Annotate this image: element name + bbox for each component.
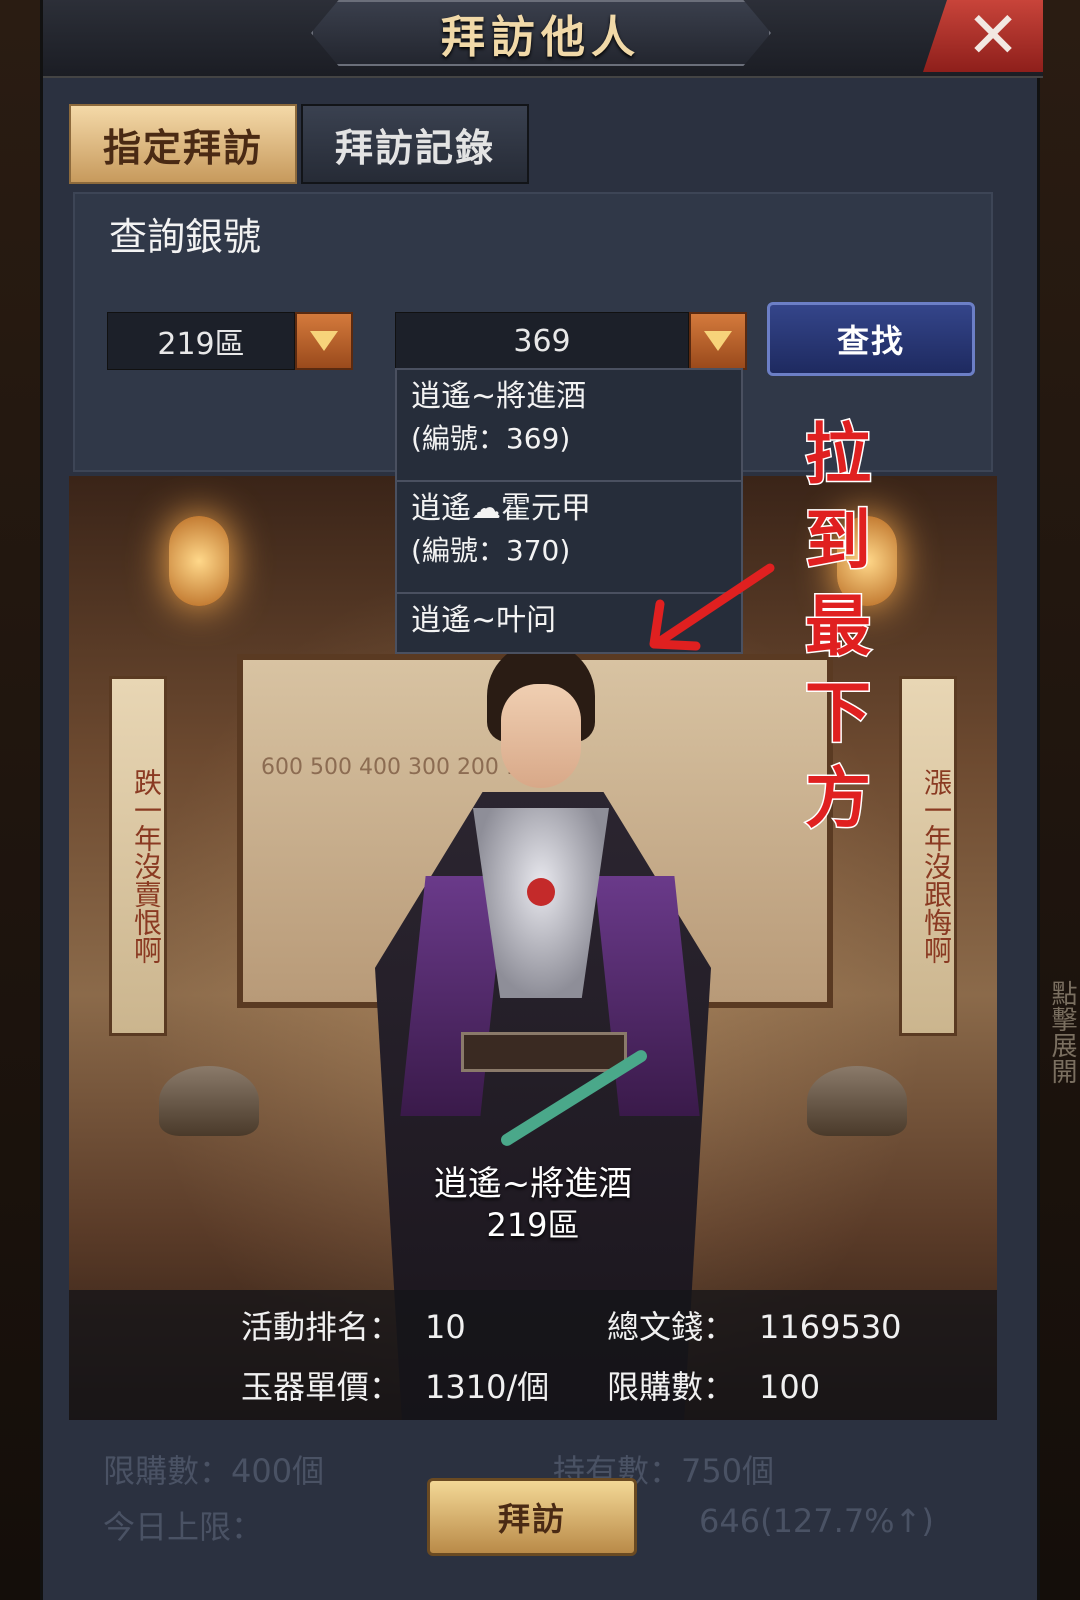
incense-burner-icon [807,1066,907,1136]
stat-rank: 活動排名： 10 [241,1302,466,1348]
stat-coins: 總文錢： 1169530 [607,1302,902,1348]
annotation-text: 拉到最下方 [804,415,873,839]
stat-limit-value: 100 [759,1368,821,1406]
close-icon: ✕ [966,0,1020,73]
list-item-name: 逍遙☁霍元甲 [411,491,591,526]
scroll-left: 跌一年沒賣恨啊 [109,676,167,1036]
character-zone: 219區 [486,1206,580,1244]
close-button[interactable]: ✕ [923,0,1043,72]
side-expand-hint[interactable]: 點擊展開 [1044,980,1078,1084]
tab-visit-records[interactable]: 拜訪記錄 [301,104,529,184]
character-gem [527,878,555,906]
stat-price-label: 玉器單價： [241,1368,402,1406]
page-title: 拜訪他人 [441,12,641,63]
find-button[interactable]: 查找 [767,302,975,376]
zone-dropdown-button[interactable] [295,312,353,370]
list-item-id: (編號：369) [411,422,571,455]
stat-limit: 限購數： 100 [607,1362,820,1408]
stat-price: 玉器單價： 1310/個 [241,1362,549,1408]
character-face [501,684,581,788]
lantern-icon [169,516,229,606]
list-item[interactable]: 逍遙~將進酒 (編號：369) [397,370,741,482]
stat-rank-label: 活動排名： [241,1308,402,1346]
background-right: 點擊展開 [1040,0,1080,1600]
annotation-arrow-icon [649,563,775,651]
title-bar: 拜訪他人 ✕ [43,0,1043,78]
background-left [0,0,40,1600]
visit-button[interactable]: 拜訪 [427,1478,637,1556]
stat-coins-label: 總文錢： [607,1308,736,1346]
stat-rank-value: 10 [425,1308,466,1346]
character-belt [461,1032,627,1072]
zone-select[interactable]: 219區 [107,312,295,370]
title-plate: 拜訪他人 [311,0,771,66]
incense-burner-icon [159,1066,259,1136]
chevron-down-icon [310,331,338,351]
visit-panel: 拜訪他人 ✕ 指定拜訪 拜訪記錄 查詢銀號 219區 369 查找 600 50… [40,0,1043,1600]
stat-coins-value: 1169530 [759,1308,902,1346]
stat-price-value: 1310/個 [425,1368,550,1406]
chevron-down-icon [704,331,732,351]
stat-limit-label: 限購數： [607,1368,736,1406]
stats-bar: 活動排名： 10 總文錢： 1169530 玉器單價： 1310/個 限購數： 100 [69,1290,997,1420]
footer-limit-faint: 限購數：400個 [103,1452,325,1490]
search-title: 查詢銀號 [109,215,262,259]
footer-price-faint: 646(127.7%↑) [699,1502,934,1540]
tab-designated-visit[interactable]: 指定拜訪 [69,104,297,184]
character-name: 逍遙~將進酒 [433,1164,633,1204]
footer-daily-faint: 今日上限： [103,1508,264,1546]
id-dropdown-button[interactable] [689,312,747,370]
list-item-name: 逍遙~將進酒 [411,379,587,414]
id-select[interactable]: 369 [395,312,689,370]
scroll-right: 漲一年沒跟悔啊 [899,676,957,1036]
